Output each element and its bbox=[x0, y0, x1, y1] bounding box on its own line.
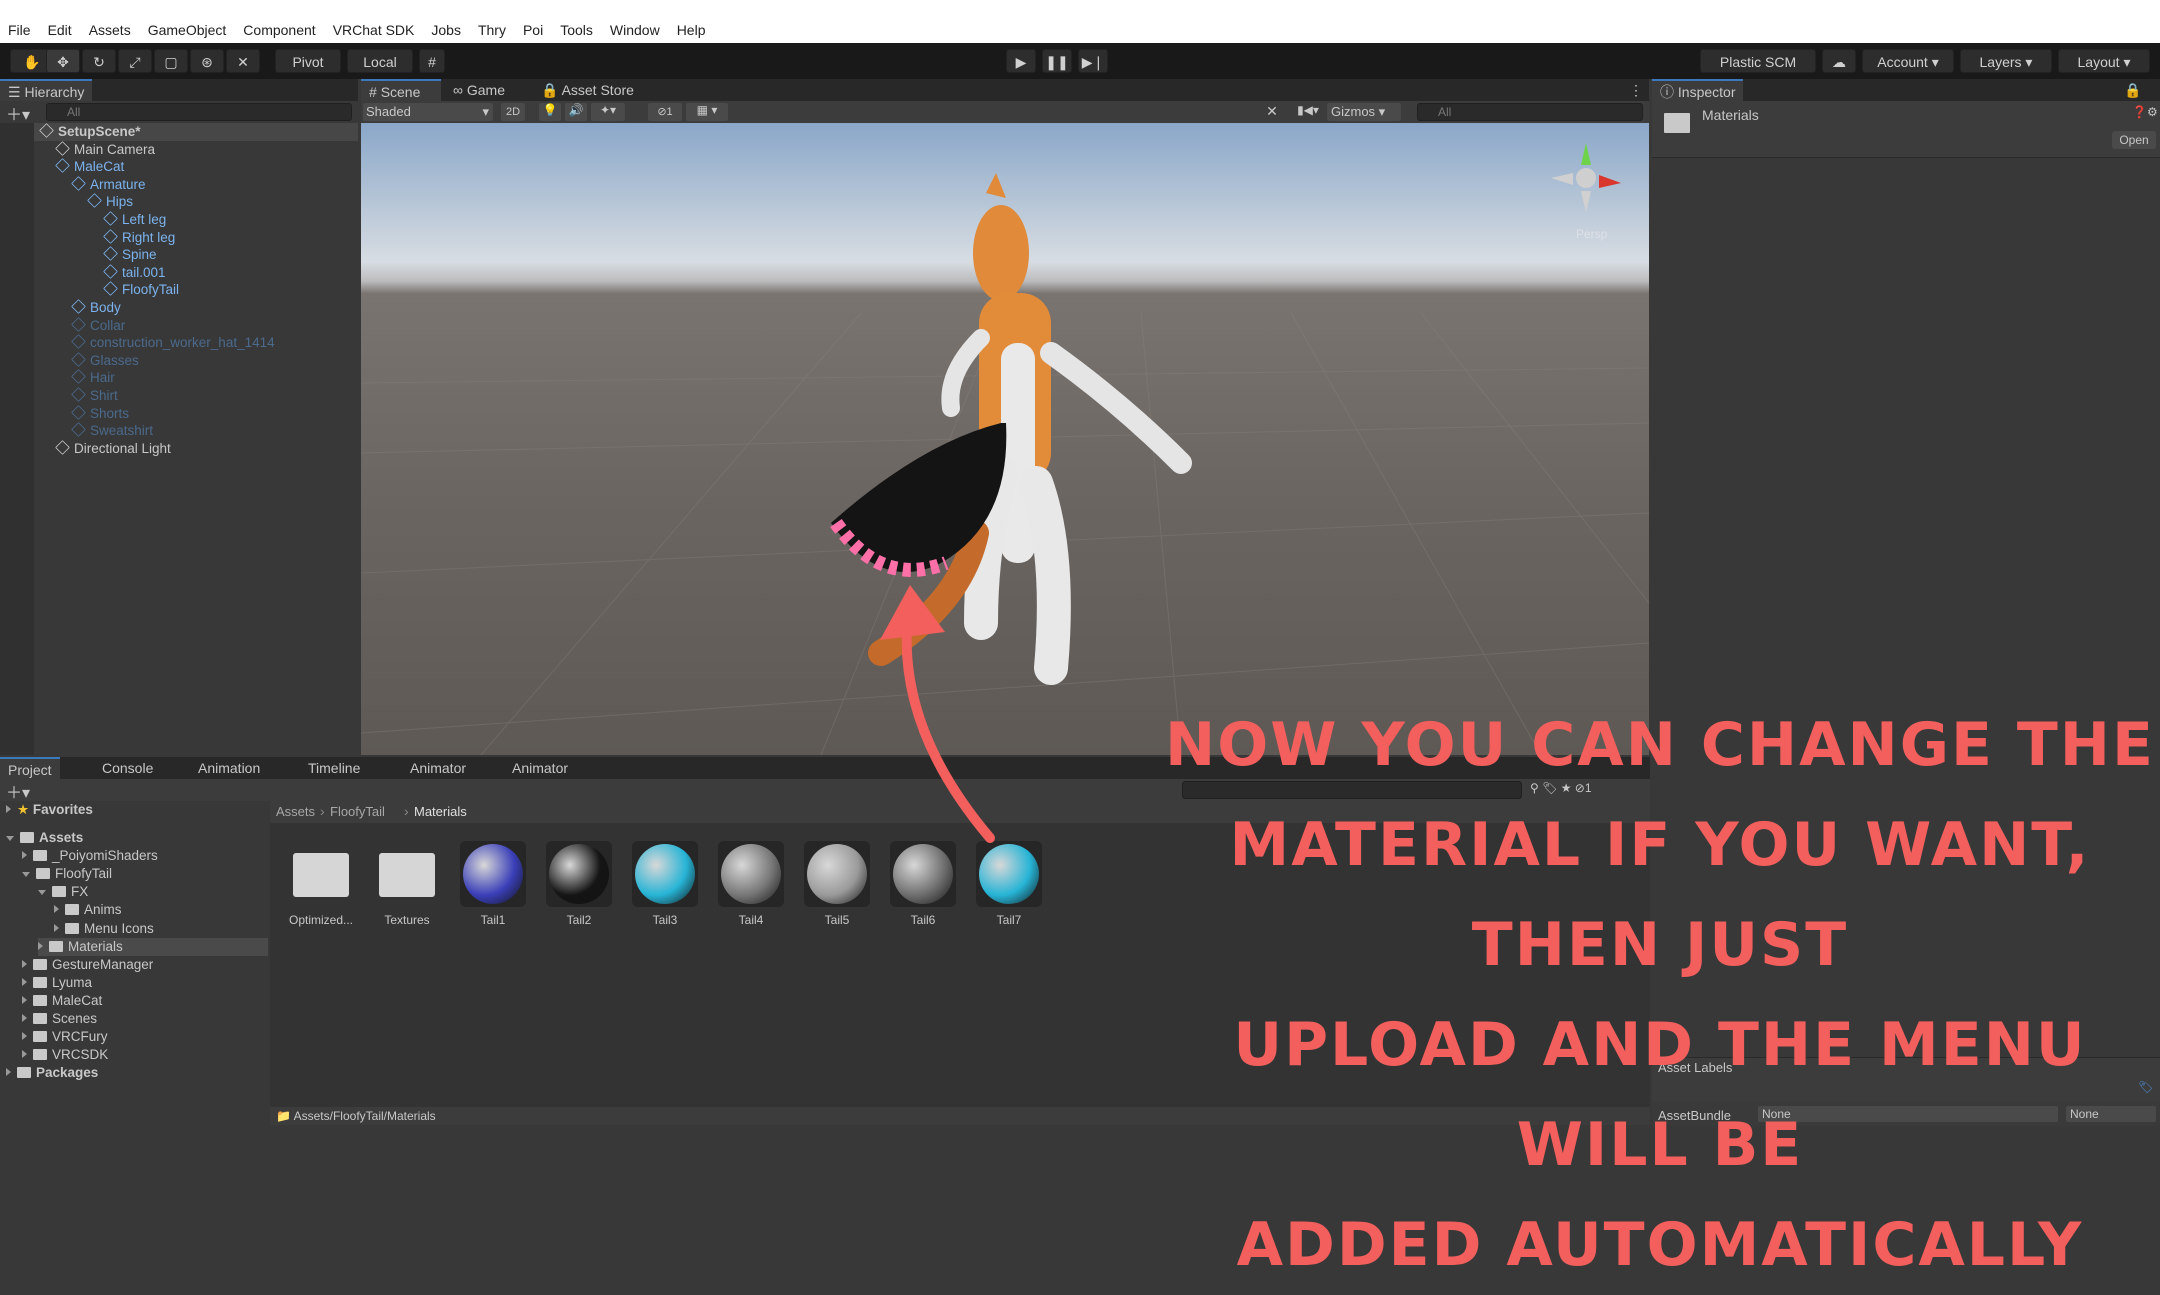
annotation-line: added automatically bbox=[1236, 1210, 2084, 1280]
annotation-line: upload and the menu will be bbox=[1233, 1010, 2087, 1180]
annotation-text: Now you can change the material if you wa… bbox=[1160, 695, 2160, 1295]
annotation-line: material if you want, then just bbox=[1229, 810, 2091, 980]
annotation-line: Now you can change the bbox=[1165, 710, 2155, 780]
